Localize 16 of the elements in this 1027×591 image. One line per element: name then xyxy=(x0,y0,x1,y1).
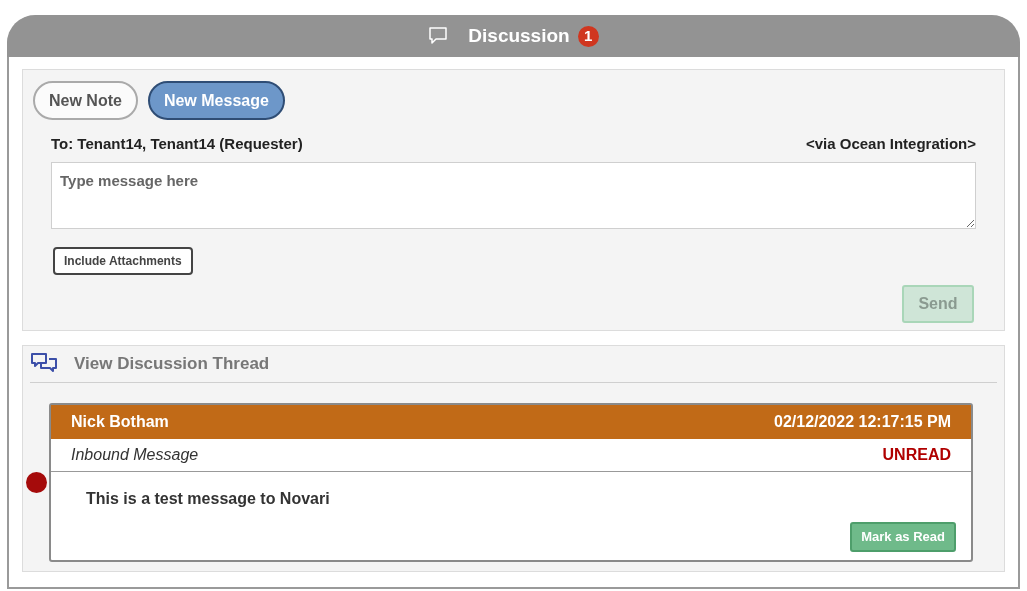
mark-read-button[interactable]: Mark as Read xyxy=(850,522,956,552)
message-body: This is a test message to Novari xyxy=(85,489,331,509)
message-timestamp: 02/12/2022 12:17:15 PM xyxy=(774,412,951,432)
thread-title: View Discussion Thread xyxy=(74,353,270,376)
message-type: Inbound Message xyxy=(71,445,199,465)
channel-label: <via Ocean Integration> xyxy=(805,134,976,154)
sender-name: Nick Botham xyxy=(71,412,169,432)
message-field[interactable]: Type message here xyxy=(51,161,976,229)
read-status: UNREAD xyxy=(882,445,951,465)
recipients-label: To: Tenant14, Tenant14 (Requester) xyxy=(51,134,303,154)
tab[interactable]: New Note xyxy=(33,81,138,120)
count-badge: 1 xyxy=(577,25,599,47)
panel-title: Discussion xyxy=(468,23,570,48)
tab[interactable]: New Message xyxy=(147,81,285,120)
attachments-button[interactable]: Include Attachments xyxy=(53,246,193,275)
speech-bubble-icon xyxy=(428,26,449,46)
